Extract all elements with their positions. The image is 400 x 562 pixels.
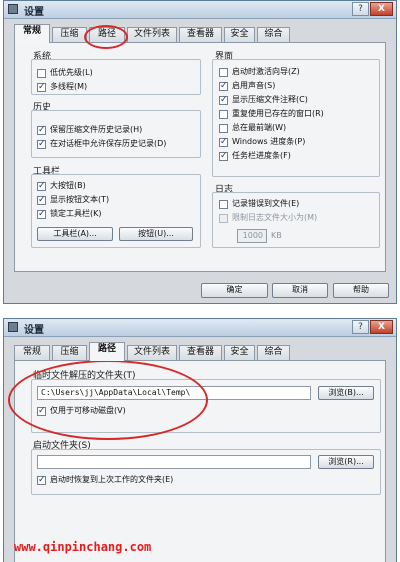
app-icon	[8, 4, 18, 14]
checkbox-box	[219, 137, 228, 147]
startup-browse-button[interactable]: 浏览(R)...	[318, 455, 374, 469]
checkbox-box	[37, 82, 46, 92]
ok-button[interactable]: 确定	[201, 283, 268, 298]
checkbox-box	[37, 209, 46, 219]
tab-compression[interactable]: 压缩	[52, 345, 87, 360]
tab-security[interactable]: 安全	[224, 345, 255, 360]
window-title: 设置	[24, 325, 44, 336]
title-bar[interactable]: 设置 ? X	[4, 1, 396, 19]
tab-file-list[interactable]: 文件列表	[127, 27, 177, 42]
title-bar[interactable]: 设置 ? X	[4, 319, 396, 337]
tab-viewer[interactable]: 查看器	[179, 345, 222, 360]
checkbox-box	[219, 68, 228, 77]
tab-misc[interactable]: 综合	[257, 345, 290, 360]
tab-general[interactable]: 常规	[14, 24, 50, 43]
help-icon[interactable]: ?	[352, 320, 369, 334]
checkbox-box	[37, 195, 46, 205]
checkbox-box	[219, 200, 228, 209]
toolbar-settings-button[interactable]: 工具栏(A)...	[37, 227, 113, 241]
tab-path[interactable]: 路径	[89, 342, 125, 361]
log-size-input[interactable]: 1000	[237, 229, 267, 243]
settings-dialog-path: 设置 ? X 常规 压缩 路径 文件列表 查看器 安全 综合 临时文件解压的文件…	[3, 318, 397, 562]
checkbox-box	[37, 139, 46, 149]
checkbox-box	[37, 125, 46, 135]
cancel-button[interactable]: 取消	[272, 283, 328, 298]
buttons-settings-button[interactable]: 按钮(U)...	[119, 227, 193, 241]
close-icon[interactable]: X	[370, 2, 393, 16]
help-icon[interactable]: ?	[352, 2, 369, 16]
log-size-unit: KB	[271, 231, 282, 240]
checkbox-box	[219, 151, 228, 161]
checkbox-box	[219, 110, 228, 119]
window-title: 设置	[24, 7, 44, 18]
tab-compression[interactable]: 压缩	[52, 27, 87, 42]
settings-dialog-general: 设置 ? X 常规 压缩 路径 文件列表 查看器 安全 综合 系统 低优先级(L…	[3, 0, 397, 304]
checkbox-box	[37, 69, 46, 78]
general-panel: 系统 低优先级(L) 多线程(M) 历史 保留压缩文件历史记录(H) 在对话框中…	[14, 42, 386, 272]
checkbox-box	[219, 214, 228, 223]
tab-security[interactable]: 安全	[224, 27, 255, 42]
startup-folder-path-input[interactable]	[37, 455, 311, 469]
annotation-circle-temp-folder	[8, 360, 208, 440]
temp-browse-button[interactable]: 浏览(B)...	[318, 386, 374, 400]
checkbox-box	[219, 81, 228, 91]
app-icon	[8, 322, 18, 332]
tab-viewer[interactable]: 查看器	[179, 27, 222, 42]
checkbox-box	[219, 95, 228, 105]
watermark-text: www.qinpinchang.com	[14, 540, 152, 554]
close-icon[interactable]: X	[370, 320, 393, 334]
tab-general[interactable]: 常规	[14, 345, 50, 360]
checkbox-box	[219, 124, 228, 133]
help-button[interactable]: 帮助	[333, 283, 389, 298]
tab-misc[interactable]: 综合	[257, 27, 290, 42]
tab-file-list[interactable]: 文件列表	[127, 345, 177, 360]
checkbox-box	[37, 181, 46, 191]
checkbox-box	[37, 475, 46, 485]
annotation-circle-tab	[84, 25, 128, 49]
